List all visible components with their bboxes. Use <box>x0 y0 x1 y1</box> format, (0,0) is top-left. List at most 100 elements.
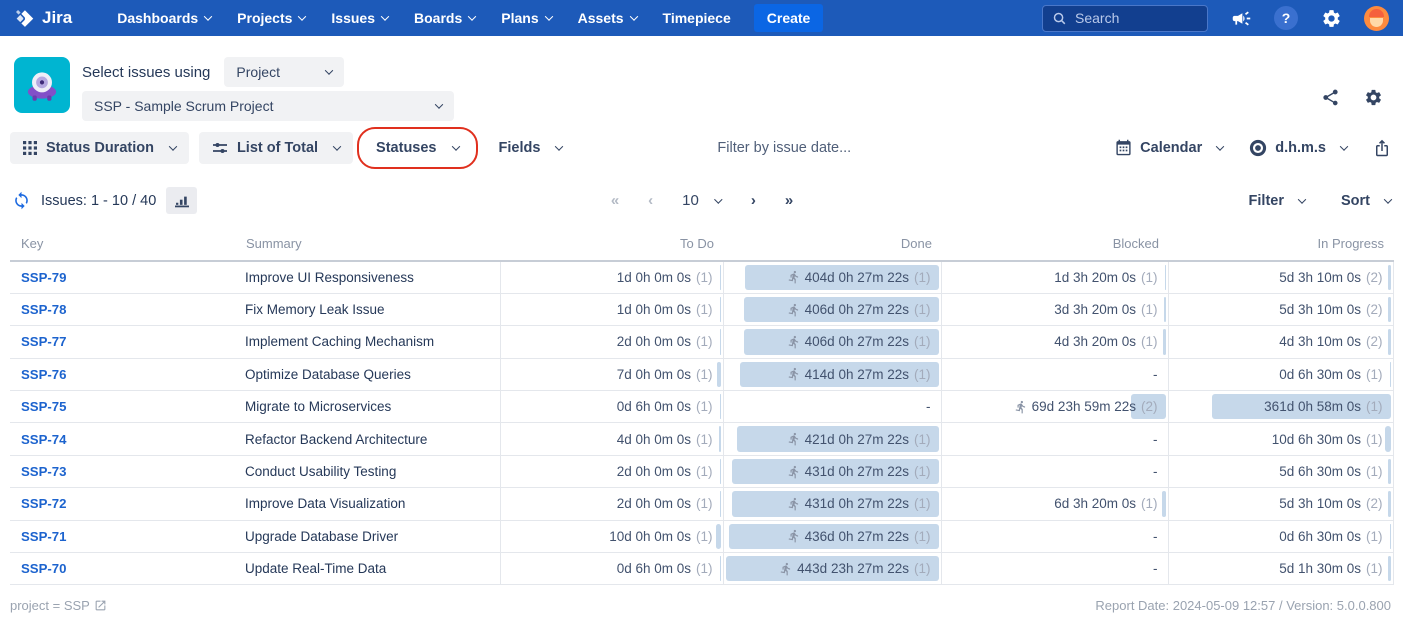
issue-summary: Refactor Backend Architecture <box>245 431 428 447</box>
duration-value: 2d 0h 0m 0s (1) <box>616 496 713 512</box>
inprogress-duration-cell: 0d 6h 30m 0s (1) <box>1167 520 1394 554</box>
duration-empty: - <box>1153 528 1158 544</box>
duration-bar <box>1387 265 1391 290</box>
search-input[interactable] <box>1075 10 1185 26</box>
duration-bar <box>1387 458 1391 485</box>
duration-empty: - <box>926 399 931 415</box>
inprogress-duration-cell: 5d 3h 10m 0s (2) <box>1167 261 1394 294</box>
issue-key-link[interactable]: SSP-70 <box>21 561 66 576</box>
user-avatar[interactable] <box>1364 5 1389 31</box>
report-settings-gear-icon[interactable] <box>1364 88 1383 107</box>
nav-item-boards[interactable]: Boards <box>403 4 486 32</box>
first-page-button[interactable]: « <box>611 192 619 209</box>
nav-item-plans[interactable]: Plans <box>490 4 562 32</box>
duration-format-dropdown[interactable]: d.h.m.s <box>1249 139 1349 157</box>
duration-value: 0d 6h 30m 0s (1) <box>1279 528 1383 544</box>
issue-key-link[interactable]: SSP-73 <box>21 464 66 479</box>
sort-dropdown[interactable]: Sort <box>1341 193 1393 209</box>
column-header-in-progress: In Progress <box>1168 229 1393 262</box>
blocked-duration-cell: - <box>940 455 1168 489</box>
column-header-summary: Summary <box>235 229 500 262</box>
duration-empty: - <box>1153 366 1158 382</box>
create-button[interactable]: Create <box>753 4 824 32</box>
global-search[interactable] <box>1042 4 1208 32</box>
inprogress-duration-cell: 5d 3h 10m 0s (2) <box>1167 293 1394 327</box>
view-mode-dropdown[interactable]: List of Total <box>198 131 354 164</box>
running-status-icon <box>788 271 798 284</box>
grid-icon <box>23 140 37 155</box>
page-size-dropdown[interactable]: 10 <box>682 192 723 209</box>
chevron-down-icon <box>451 141 460 151</box>
table-row: SSP-79 Improve UI Responsiveness 1d 0h 0… <box>10 261 1394 294</box>
done-duration-cell: 406d 0h 27m 22s (1) <box>722 325 941 359</box>
duration-value: 5d 6h 30m 0s (1) <box>1279 464 1383 480</box>
filter-dropdown[interactable]: Filter <box>1249 193 1307 209</box>
table-row: SSP-73 Conduct Usability Testing 2d 0h 0… <box>10 455 1394 489</box>
jql-link[interactable]: project = SSP <box>10 598 107 613</box>
chevron-down-icon <box>1383 194 1393 204</box>
issue-source-select[interactable]: Project <box>224 57 345 87</box>
chevron-down-icon <box>380 12 390 21</box>
help-icon[interactable]: ? <box>1274 6 1298 30</box>
issue-key-link[interactable]: SSP-72 <box>21 496 66 511</box>
running-status-icon <box>788 530 798 543</box>
report-type-dropdown[interactable]: Status Duration <box>10 131 189 164</box>
top-navigation-bar: Jira Dashboards Projects Issues Boards Plans… <box>0 0 1403 36</box>
column-header-to-do: To Do <box>500 229 723 262</box>
last-page-button[interactable]: » <box>785 192 793 209</box>
running-status-icon <box>788 433 798 446</box>
nav-item-issues[interactable]: Issues <box>320 4 399 32</box>
fields-dropdown[interactable]: Fields <box>486 132 576 164</box>
issue-summary: Optimize Database Queries <box>245 366 411 382</box>
issue-key-link[interactable]: SSP-75 <box>21 399 66 414</box>
duration-bar <box>1163 296 1166 323</box>
table-row: SSP-70 Update Real-Time Data 0d 6h 0m 0s… <box>10 552 1394 586</box>
issue-key-link[interactable]: SSP-77 <box>21 334 66 349</box>
duration-value: 3d 3h 20m 0s (1) <box>1054 302 1158 318</box>
project-select[interactable]: SSP - Sample Scrum Project <box>82 91 454 121</box>
jira-brand[interactable]: Jira <box>14 8 72 29</box>
chevron-down-icon <box>168 141 178 151</box>
nav-item-assets[interactable]: Assets <box>567 4 648 32</box>
issue-summary: Conduct Usability Testing <box>245 464 397 480</box>
duration-value: 421d 0h 27m 22s (1) <box>787 426 931 451</box>
blocked-duration-cell: 3d 3h 20m 0s (1) <box>940 293 1168 327</box>
duration-value: 5d 3h 10m 0s (2) <box>1279 269 1383 285</box>
announcements-icon[interactable] <box>1230 7 1252 29</box>
inprogress-duration-cell: 361d 0h 58m 0s (1) <box>1167 390 1394 424</box>
chevron-down-icon <box>713 194 723 204</box>
blocked-duration-cell: 1d 3h 20m 0s (1) <box>940 261 1168 294</box>
refresh-icon[interactable] <box>12 191 31 210</box>
nav-item-dashboards[interactable]: Dashboards <box>106 4 222 32</box>
share-icon[interactable] <box>1321 88 1340 107</box>
duration-bar <box>1388 556 1391 582</box>
issue-key-link[interactable]: SSP-76 <box>21 367 66 382</box>
blocked-duration-cell: - <box>940 358 1168 392</box>
calendar-dropdown[interactable]: Calendar <box>1115 139 1225 156</box>
chart-view-button[interactable] <box>166 187 198 214</box>
statuses-dropdown[interactable]: Statuses <box>357 126 478 169</box>
blocked-duration-cell: - <box>940 520 1168 554</box>
issue-summary: Migrate to Microservices <box>245 399 392 415</box>
sliders-icon <box>212 141 228 155</box>
issue-key-link[interactable]: SSP-71 <box>21 529 66 544</box>
issue-key-link[interactable]: SSP-74 <box>21 432 66 447</box>
done-duration-cell: 404d 0h 27m 22s (1) <box>722 261 941 294</box>
settings-gear-icon[interactable] <box>1320 7 1342 29</box>
issue-key-link[interactable]: SSP-78 <box>21 302 66 317</box>
duration-value: 4d 0h 0m 0s (1) <box>616 431 713 447</box>
export-icon[interactable] <box>1373 139 1391 157</box>
issue-date-filter[interactable]: Filter by issue date... <box>717 140 851 156</box>
next-page-button[interactable]: › <box>751 192 756 209</box>
todo-duration-cell: 2d 0h 0m 0s (1) <box>499 487 723 521</box>
duration-value: 436d 0h 27m 22s (1) <box>787 524 931 549</box>
nav-item-projects[interactable]: Projects <box>226 4 316 32</box>
chevron-down-icon <box>203 12 213 21</box>
jira-logo-text: Jira <box>42 8 73 27</box>
calendar-icon <box>1115 139 1132 156</box>
prev-page-button[interactable]: ‹ <box>648 192 653 209</box>
duration-bar <box>1164 265 1166 290</box>
nav-item-timepiece[interactable]: Timepiece <box>652 4 742 32</box>
chevron-down-icon <box>544 12 553 21</box>
issue-key-link[interactable]: SSP-79 <box>21 270 66 285</box>
